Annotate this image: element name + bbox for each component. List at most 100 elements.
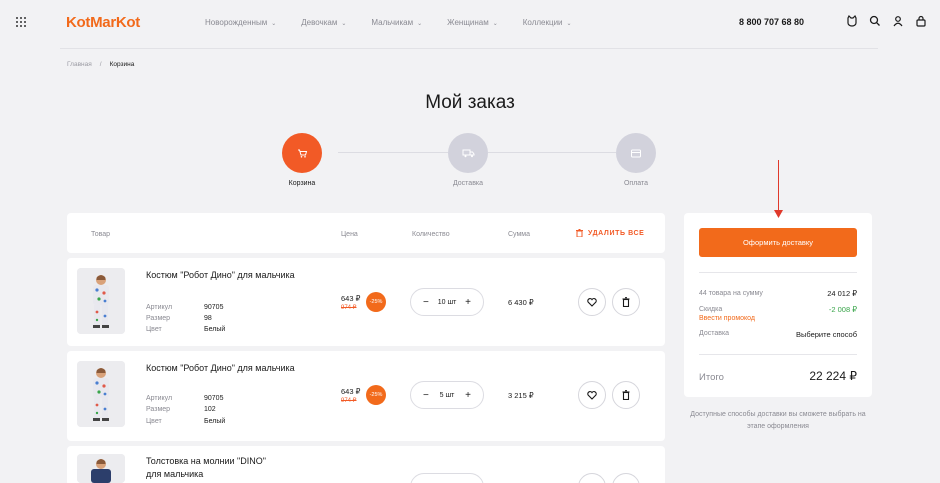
item-price: 643 ₽ [341,387,361,396]
logo[interactable]: KotMarKot [66,14,140,31]
checkout-button[interactable]: Оформить доставку [699,228,857,257]
header-price: Цена [341,231,358,238]
step-label-cart: Корзина [288,180,316,187]
quantity-value: 5 шт [439,391,455,399]
items-count-label: 44 товара на сумму [699,290,763,297]
header-sum: Сумма [508,231,530,238]
remove-button[interactable] [612,288,640,316]
step-label-payment: Оплата [623,180,649,187]
chevron-down-icon: ⌄ [341,21,347,27]
menu-grid-icon[interactable] [16,17,26,27]
favorite-button[interactable] [578,288,606,316]
nav-item-collections[interactable]: Коллекции ⌄ [523,18,572,27]
header-quantity: Количество [412,231,450,238]
product-name[interactable]: Костюм "Робот Дино" для мальчика [146,270,295,280]
delete-all-label: УДАЛИТЬ ВСЕ [588,229,645,237]
color-label: Цвет [146,418,162,425]
breadcrumb: Главная / Корзина [67,61,134,68]
cart-icon [298,149,308,158]
delete-all-button[interactable]: УДАЛИТЬ ВСЕ [576,229,644,237]
quantity-stepper: − 10 шт + [410,288,484,316]
product-name-line2: для мальчика [146,469,204,479]
step-payment[interactable] [616,133,656,173]
size-value: 98 [204,315,212,322]
item-sum: 6 430 ₽ [508,298,534,307]
product-image[interactable] [77,454,125,483]
size-label: Размер [146,315,171,322]
nav-item-boys[interactable]: Мальчикам ⌄ [371,18,422,27]
chevron-down-icon: ⌄ [566,21,572,27]
remove-button[interactable] [612,381,640,409]
main-nav: Новорожденным ⌄ Девочкам ⌄ Мальчикам ⌄ Женщ… [205,18,597,27]
breadcrumb-separator: / [99,61,102,68]
summary-divider [699,354,857,355]
color-value: Белый [204,418,226,425]
item-old-price: 974 ₽ [341,305,357,311]
delivery-note: Доступные способы доставки вы сможете вы… [690,411,866,430]
step-cart[interactable] [282,133,322,173]
nav-item-women[interactable]: Женщинам ⌄ [447,18,498,27]
item-old-price: 974 ₽ [341,398,357,404]
quantity-value: 10 шт [437,298,457,306]
nav-item-newborn[interactable]: Новорожденным ⌄ [205,18,276,27]
step-connector [338,152,448,153]
header-product: Товар [91,231,111,238]
increase-button[interactable]: + [465,390,471,401]
breadcrumb-current: Корзина [109,61,135,68]
decrease-button[interactable]: − [423,390,429,401]
delivery-value[interactable]: Выберите способ [796,330,857,339]
increase-button[interactable]: + [465,297,471,308]
header-icons [846,15,927,27]
product-name[interactable]: Костюм "Робот Дино" для мальчика [146,363,295,373]
article-label: Артикул [146,304,173,311]
quantity-stepper: − 5 шт + [410,381,484,409]
breadcrumb-home[interactable]: Главная [67,61,92,68]
arrow-head-icon [774,210,783,218]
decrease-button[interactable]: − [423,297,429,308]
article-value: 90705 [204,395,224,402]
wallet-icon [631,149,641,158]
color-label: Цвет [146,326,162,333]
discount-badge: -25% [366,292,386,312]
annotation-arrow [778,160,779,212]
product-image[interactable] [77,268,125,334]
user-icon[interactable] [892,15,904,27]
quantity-stepper[interactable] [410,473,484,483]
product-image[interactable] [77,361,125,427]
discount-badge: -25% [366,385,386,405]
cat-icon[interactable] [846,15,858,27]
product-photo [77,268,125,334]
size-value: 102 [204,406,216,413]
bag-icon[interactable] [915,15,927,27]
items-sum-value: 24 012 ₽ [827,289,857,298]
promo-code-link[interactable]: Ввести промокод [699,315,755,322]
search-icon[interactable] [869,15,881,27]
trash-icon [622,297,630,307]
article-value: 90705 [204,304,224,311]
chevron-down-icon: ⌄ [271,21,277,27]
item-price: 643 ₽ [341,294,361,303]
heart-icon [587,390,597,400]
header: KotMarKot Новорожденным ⌄ Девочкам ⌄ Мальч… [0,0,940,48]
step-delivery[interactable] [448,133,488,173]
trash-icon [576,229,583,237]
delivery-label: Доставка [699,330,730,337]
step-connector [488,152,616,153]
discount-value: -2 008 ₽ [828,305,857,314]
summary-divider [699,272,857,273]
favorite-button[interactable] [578,381,606,409]
nav-item-girls[interactable]: Девочкам ⌄ [301,18,346,27]
trash-icon [622,390,630,400]
article-label: Артикул [146,395,173,402]
phone-number[interactable]: 8 800 707 68 80 [739,17,804,27]
size-label: Размер [146,406,171,413]
color-value: Белый [204,326,226,333]
chevron-down-icon: ⌄ [492,21,498,27]
truck-icon [462,149,474,158]
header-divider [60,48,878,49]
product-photo [77,361,125,427]
product-photo [77,454,125,483]
chevron-down-icon: ⌄ [417,21,423,27]
product-name[interactable]: Толстовка на молнии "DINO" [146,456,266,466]
total-value: 22 224 ₽ [809,369,857,383]
